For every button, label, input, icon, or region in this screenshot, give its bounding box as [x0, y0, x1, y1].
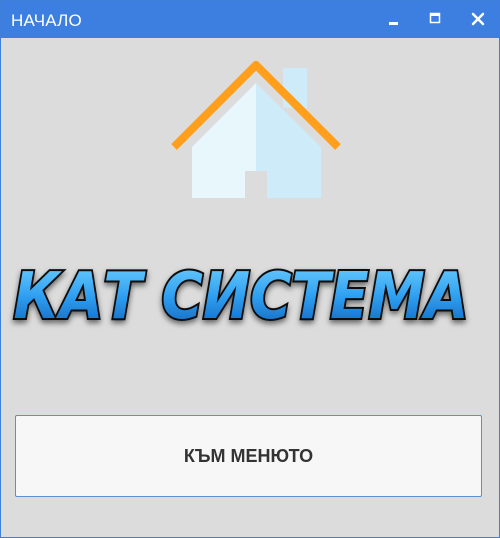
minimize-icon: [389, 22, 398, 25]
main-content: КАТ СИСТЕМА КЪМ МЕНЮТО: [1, 38, 499, 537]
to-menu-button[interactable]: КЪМ МЕНЮТО: [15, 415, 482, 497]
app-window: НАЧАЛО КАТ СИСТЕМА КЪМ МЕНЮТО: [0, 0, 500, 538]
maximize-button[interactable]: [423, 7, 447, 31]
close-icon: [471, 12, 485, 26]
maximize-icon: [429, 12, 441, 24]
house-door: [245, 171, 267, 198]
window-title: НАЧАЛО: [11, 11, 82, 30]
house-icon: [171, 61, 341, 198]
logo-text: КАТ СИСТЕМА: [14, 260, 469, 334]
to-menu-button-label: КЪМ МЕНЮТО: [183, 445, 314, 466]
minimize-button[interactable]: [382, 7, 406, 31]
close-button[interactable]: [466, 7, 490, 31]
app-logo: КАТ СИСТЕМА: [12, 258, 471, 336]
title-bar[interactable]: НАЧАЛО: [1, 1, 499, 38]
